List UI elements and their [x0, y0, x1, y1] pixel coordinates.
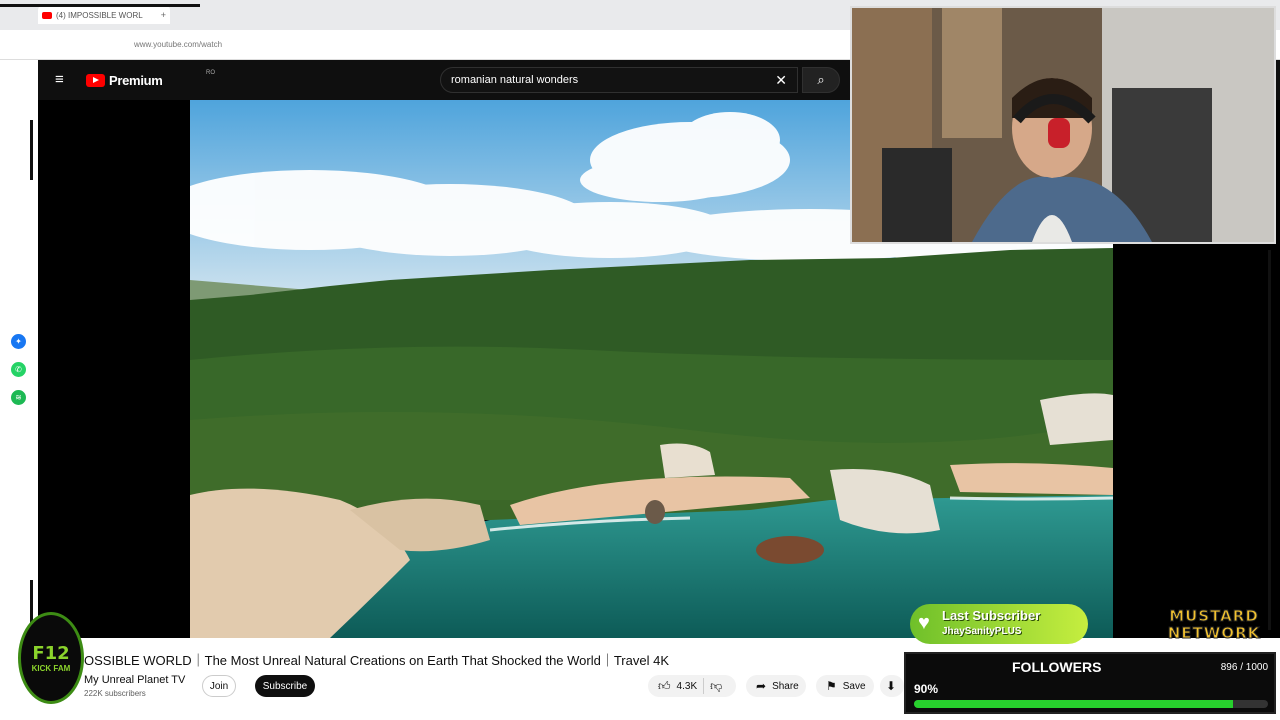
brand-line-1: MUSTARD	[1169, 607, 1259, 625]
search-button[interactable]: ⌕	[802, 67, 840, 93]
webcam-overlay	[850, 6, 1276, 244]
logo-text: Premium	[109, 73, 163, 88]
mustard-network-logo: MUSTARD NETWORK	[1155, 606, 1273, 644]
channel-name[interactable]: My Unreal Planet TV	[84, 674, 185, 686]
join-button[interactable]: Join	[202, 675, 236, 697]
youtube-favicon-icon	[42, 11, 52, 19]
save-label: Save	[842, 680, 866, 692]
save-button[interactable]: ⚑ Save	[816, 675, 874, 697]
youtube-premium-logo[interactable]: Premium RO	[86, 70, 215, 88]
subscribe-button[interactable]: Subscribe	[255, 675, 315, 697]
more-actions-button[interactable]: ⬇	[880, 675, 904, 697]
dislike-icon[interactable]: 👎︎	[710, 679, 722, 694]
frame-line	[0, 4, 200, 7]
url-text[interactable]: www.youtube.com/watch	[134, 40, 222, 49]
search-input[interactable]: romanian natural wonders	[451, 74, 775, 86]
new-tab-button[interactable]: +	[161, 10, 166, 20]
tab-title: (4) IMPOSSIBLE WORL	[56, 10, 143, 20]
followers-count: 896 / 1000	[1220, 662, 1268, 673]
share-icon: ➦	[756, 679, 767, 693]
bookmark-icon: ⚑	[826, 679, 837, 693]
kick-badge-top: F12	[32, 643, 70, 664]
last-subscriber-title: Last Subscriber	[942, 608, 1041, 623]
followers-title: FOLLOWERS	[1012, 659, 1102, 675]
whatsapp-icon[interactable]: ✆	[11, 362, 26, 377]
frame-line	[30, 120, 33, 180]
like-divider	[703, 678, 705, 694]
youtube-play-icon	[86, 74, 105, 87]
kick-fam-badge: F12 KICK FAM	[18, 612, 84, 704]
subscriber-count: 222K subscribers	[84, 689, 146, 698]
share-button[interactable]: ➦ Share	[746, 675, 806, 697]
frame-line	[1268, 250, 1271, 630]
followers-goal-widget: FOLLOWERS 896 / 1000 90%	[904, 652, 1276, 714]
download-icon: ⬇	[886, 679, 897, 693]
clear-search-icon[interactable]: ✕	[775, 72, 787, 89]
search-box[interactable]: romanian natural wonders ✕	[440, 67, 798, 93]
followers-progress-fill	[914, 700, 1233, 708]
streamer-webcam-feed	[852, 8, 1274, 242]
followers-percent: 90%	[914, 682, 939, 696]
like-count[interactable]: 4.3K	[677, 681, 698, 692]
logo-region: RO	[206, 70, 215, 76]
brand-line-2: NETWORK	[1167, 624, 1261, 642]
heart-icon: ♥	[918, 612, 930, 634]
messenger-icon[interactable]: ✦	[11, 334, 26, 349]
like-dislike-group: 👍︎ 4.3K 👎︎	[648, 675, 736, 697]
search-icon: ⌕	[817, 72, 825, 87]
hamburger-menu-icon[interactable]: ≡	[55, 71, 64, 88]
like-icon[interactable]: 👍︎	[658, 679, 671, 694]
kick-badge-bottom: KICK FAM	[31, 664, 71, 673]
last-subscriber-alert: ♥ Last Subscriber JhaySanityPLUS	[910, 604, 1088, 644]
browser-tab[interactable]: (4) IMPOSSIBLE WORL +	[38, 6, 170, 24]
followers-progress-bar	[914, 700, 1268, 708]
share-label: Share	[772, 680, 799, 692]
spotify-icon[interactable]: ≋	[11, 390, 26, 405]
video-title: OSSIBLE WORLD｜The Most Unreal Natural Cr…	[84, 653, 669, 668]
last-subscriber-name: JhaySanityPLUS	[942, 626, 1022, 637]
